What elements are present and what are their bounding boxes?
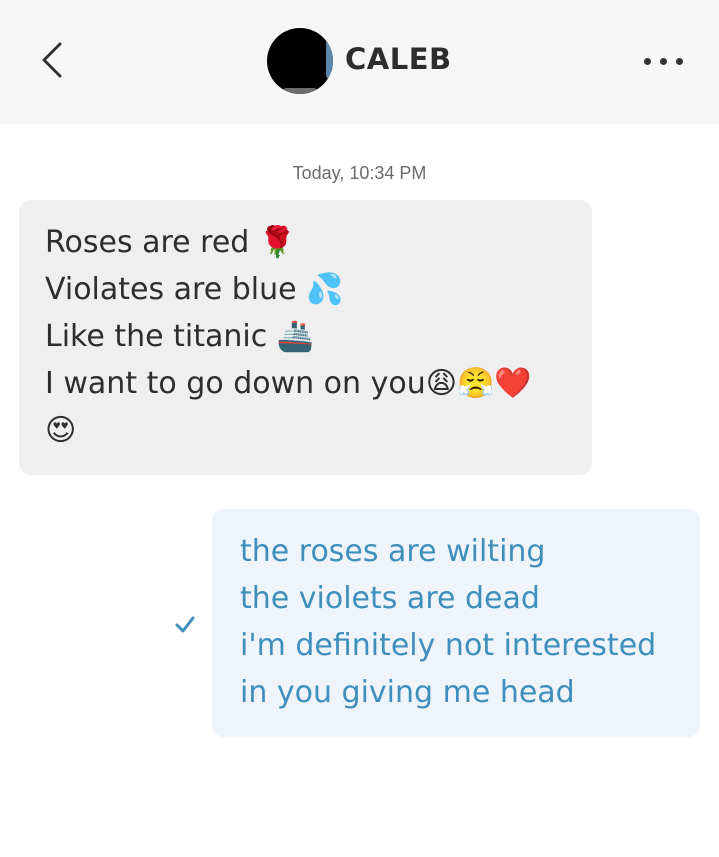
- received-message-bubble[interactable]: Roses are red 🌹 Violates are blue 💦 Like…: [19, 200, 592, 475]
- received-message-line: I want to go down on you😩😤❤️: [45, 366, 532, 401]
- received-message-line: Like the titanic 🚢: [45, 319, 315, 354]
- received-message-line: Violates are blue 💦: [45, 272, 344, 307]
- sent-message-line: the roses are wilting: [240, 534, 546, 569]
- more-horizontal-icon: [644, 58, 651, 65]
- chat-screen: CALEB Today, 10:34 PM Roses are red 🌹 Vi…: [0, 0, 719, 857]
- sent-message-line: in you giving me head: [240, 675, 575, 710]
- chat-header: CALEB: [0, 0, 719, 124]
- chevron-left-icon: [42, 42, 62, 78]
- received-message-line: Roses are red 🌹: [45, 225, 297, 260]
- sent-message-line: i'm definitely not interested: [240, 628, 657, 663]
- sent-message-bubble[interactable]: the roses are wilting the violets are de…: [212, 509, 700, 737]
- checkmark-icon: [175, 616, 195, 633]
- back-button[interactable]: [30, 38, 74, 82]
- sent-message-line: the violets are dead: [240, 581, 540, 616]
- message-timestamp: Today, 10:34 PM: [292, 163, 427, 183]
- contact-name[interactable]: CALEB: [345, 42, 452, 76]
- more-options-button[interactable]: [642, 52, 686, 72]
- contact-avatar[interactable]: [267, 28, 333, 94]
- received-message-line: 😍: [45, 413, 77, 448]
